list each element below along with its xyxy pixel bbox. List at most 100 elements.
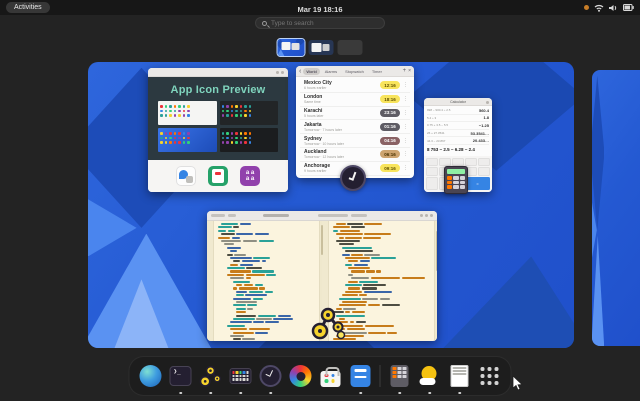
window-button[interactable] [276,71,279,74]
dock-item-files[interactable] [348,357,374,395]
code-line [348,281,432,283]
icon-grid-row [222,105,277,108]
row-menu-icon[interactable]: ⋮ [403,165,406,171]
code-line [342,247,432,249]
code-line [348,267,432,269]
dock-item-terminal[interactable]: ❯_ [168,357,194,395]
code-line [236,311,317,313]
world-clock-row[interactable]: Mexico City6 hours earlier12:16⋮ [300,79,410,93]
search-input[interactable] [271,20,378,27]
world-clock-row[interactable]: JakartaTomorrow · 7 hours later01:16⋮ [300,120,410,134]
code-line [236,294,317,296]
window-app-icon-preview[interactable]: App Icon Preview a a a a [148,68,288,192]
dock-item-calculator[interactable] [387,357,413,395]
tab-stopwatch[interactable]: Stopwatch [342,68,367,75]
equals-button[interactable]: = [465,177,490,190]
dock-item-keyboard[interactable] [228,357,254,395]
active-workspace[interactable]: App Icon Preview a a a a ‹ [88,62,574,348]
tab-timer[interactable]: Timer [369,68,385,75]
code-line [336,223,432,225]
workspace-thumbnail-2[interactable] [309,40,334,55]
row-menu-icon[interactable]: ⋮ [403,124,406,130]
header-tab[interactable] [211,214,225,217]
code-line [339,318,432,320]
row-menu-icon[interactable]: ⋮ [403,82,406,88]
keypad-button[interactable] [478,158,490,166]
code-line [348,274,432,276]
calculator-headerbar[interactable]: Calculator [424,98,492,106]
code-line [236,301,317,303]
dock-item-weather[interactable] [417,357,443,395]
history-row[interactable]: 44.3 − 23.86720.433… [427,137,489,145]
row-menu-icon[interactable]: ⋮ [403,138,406,144]
code-line [230,321,317,323]
dock-item-web[interactable] [138,357,164,395]
calculator-input[interactable]: 8 753 − 2.5 − 6.28 − 2.4 [424,145,492,155]
history-row[interactable]: 0.75 + 3.5 − 5.5−1.25 [427,122,489,130]
code-line [236,291,317,293]
add-clock-button[interactable]: + [403,68,407,74]
row-menu-icon[interactable]: ⋮ [403,96,406,102]
window-controls[interactable] [420,214,433,217]
world-clock-row[interactable]: SydneyTomorrow · 10 hours later04:16⋮ [300,134,410,148]
dock-item-documents[interactable] [447,357,473,395]
header-button[interactable] [351,214,367,217]
window-titlebar[interactable] [148,68,288,77]
clocks-headerbar[interactable]: ‹ World Alarms Stopwatch Timer + × [296,66,414,77]
window-controls[interactable] [486,101,489,104]
window-controls[interactable] [276,71,284,74]
row-menu-icon[interactable]: ⋮ [403,151,406,157]
adjacent-workspace-preview[interactable] [592,70,640,346]
keypad-button[interactable] [426,167,438,175]
recording-indicator-icon [584,5,589,10]
scrollbar[interactable] [434,221,437,341]
dock-item-clocks[interactable] [258,357,284,395]
minimize-icon[interactable] [420,214,423,217]
world-clock-row[interactable]: LondonSame time18:16⋮ [300,93,410,107]
maximize-icon[interactable] [425,214,428,217]
header-button[interactable] [228,214,236,217]
back-chevron-icon[interactable]: ‹ [299,68,301,75]
keypad-button[interactable] [426,177,438,190]
dock-item-app-grid[interactable] [477,357,503,395]
workspace-thumbnail-3[interactable] [338,40,363,55]
close-icon[interactable] [281,71,284,74]
tab-alarms[interactable]: Alarms [322,68,340,75]
history-row[interactable]: 998 − 900.4 ÷ 2.5560.4 [427,107,489,115]
close-icon[interactable]: × [408,68,411,74]
world-clock-row[interactable]: AucklandTomorrow · 12 hours later06:16⋮ [300,148,410,162]
city-info: LondonSame time [304,94,322,104]
code-line [230,335,317,337]
screenshot-grid [158,101,278,152]
workspace-thumbnail-1[interactable] [278,39,305,56]
code-line [230,328,317,330]
system-status-area[interactable] [584,0,634,15]
close-icon[interactable] [430,214,433,217]
window-clocks[interactable]: ‹ World Alarms Stopwatch Timer + × Mexic… [296,66,414,178]
clock-label[interactable]: Mar 19 18:16 [297,5,342,14]
code-pane-left[interactable] [214,221,319,341]
close-icon[interactable] [486,101,489,104]
clock-container: Mar 19 18:16 [0,0,640,17]
history-row[interactable]: 26 + 27.354153.3541… [427,130,489,138]
keypad-button[interactable] [478,167,490,175]
dock-item-software[interactable] [318,357,344,395]
code-line [236,308,317,310]
running-indicator [428,392,431,395]
code-line [348,287,432,289]
editor-headerbar[interactable] [207,211,437,221]
history-result: 20.433… [473,138,489,143]
history-row[interactable]: 5.4 ÷ 31.8 [427,115,489,123]
code-line [218,226,317,228]
world-clock-row[interactable]: Karachi5 hours later23:16⋮ [300,107,410,121]
header-tab[interactable] [318,214,348,217]
code-line [336,328,432,330]
dock-item-builder[interactable] [198,357,224,395]
row-menu-icon[interactable]: ⋮ [403,110,406,116]
keypad-button[interactable] [465,158,477,166]
tab-world[interactable]: World [303,68,319,75]
running-indicator [359,392,362,395]
dock-item-color-wheel[interactable] [288,357,314,395]
search-bar[interactable] [255,17,385,29]
keypad-button[interactable] [426,158,438,166]
